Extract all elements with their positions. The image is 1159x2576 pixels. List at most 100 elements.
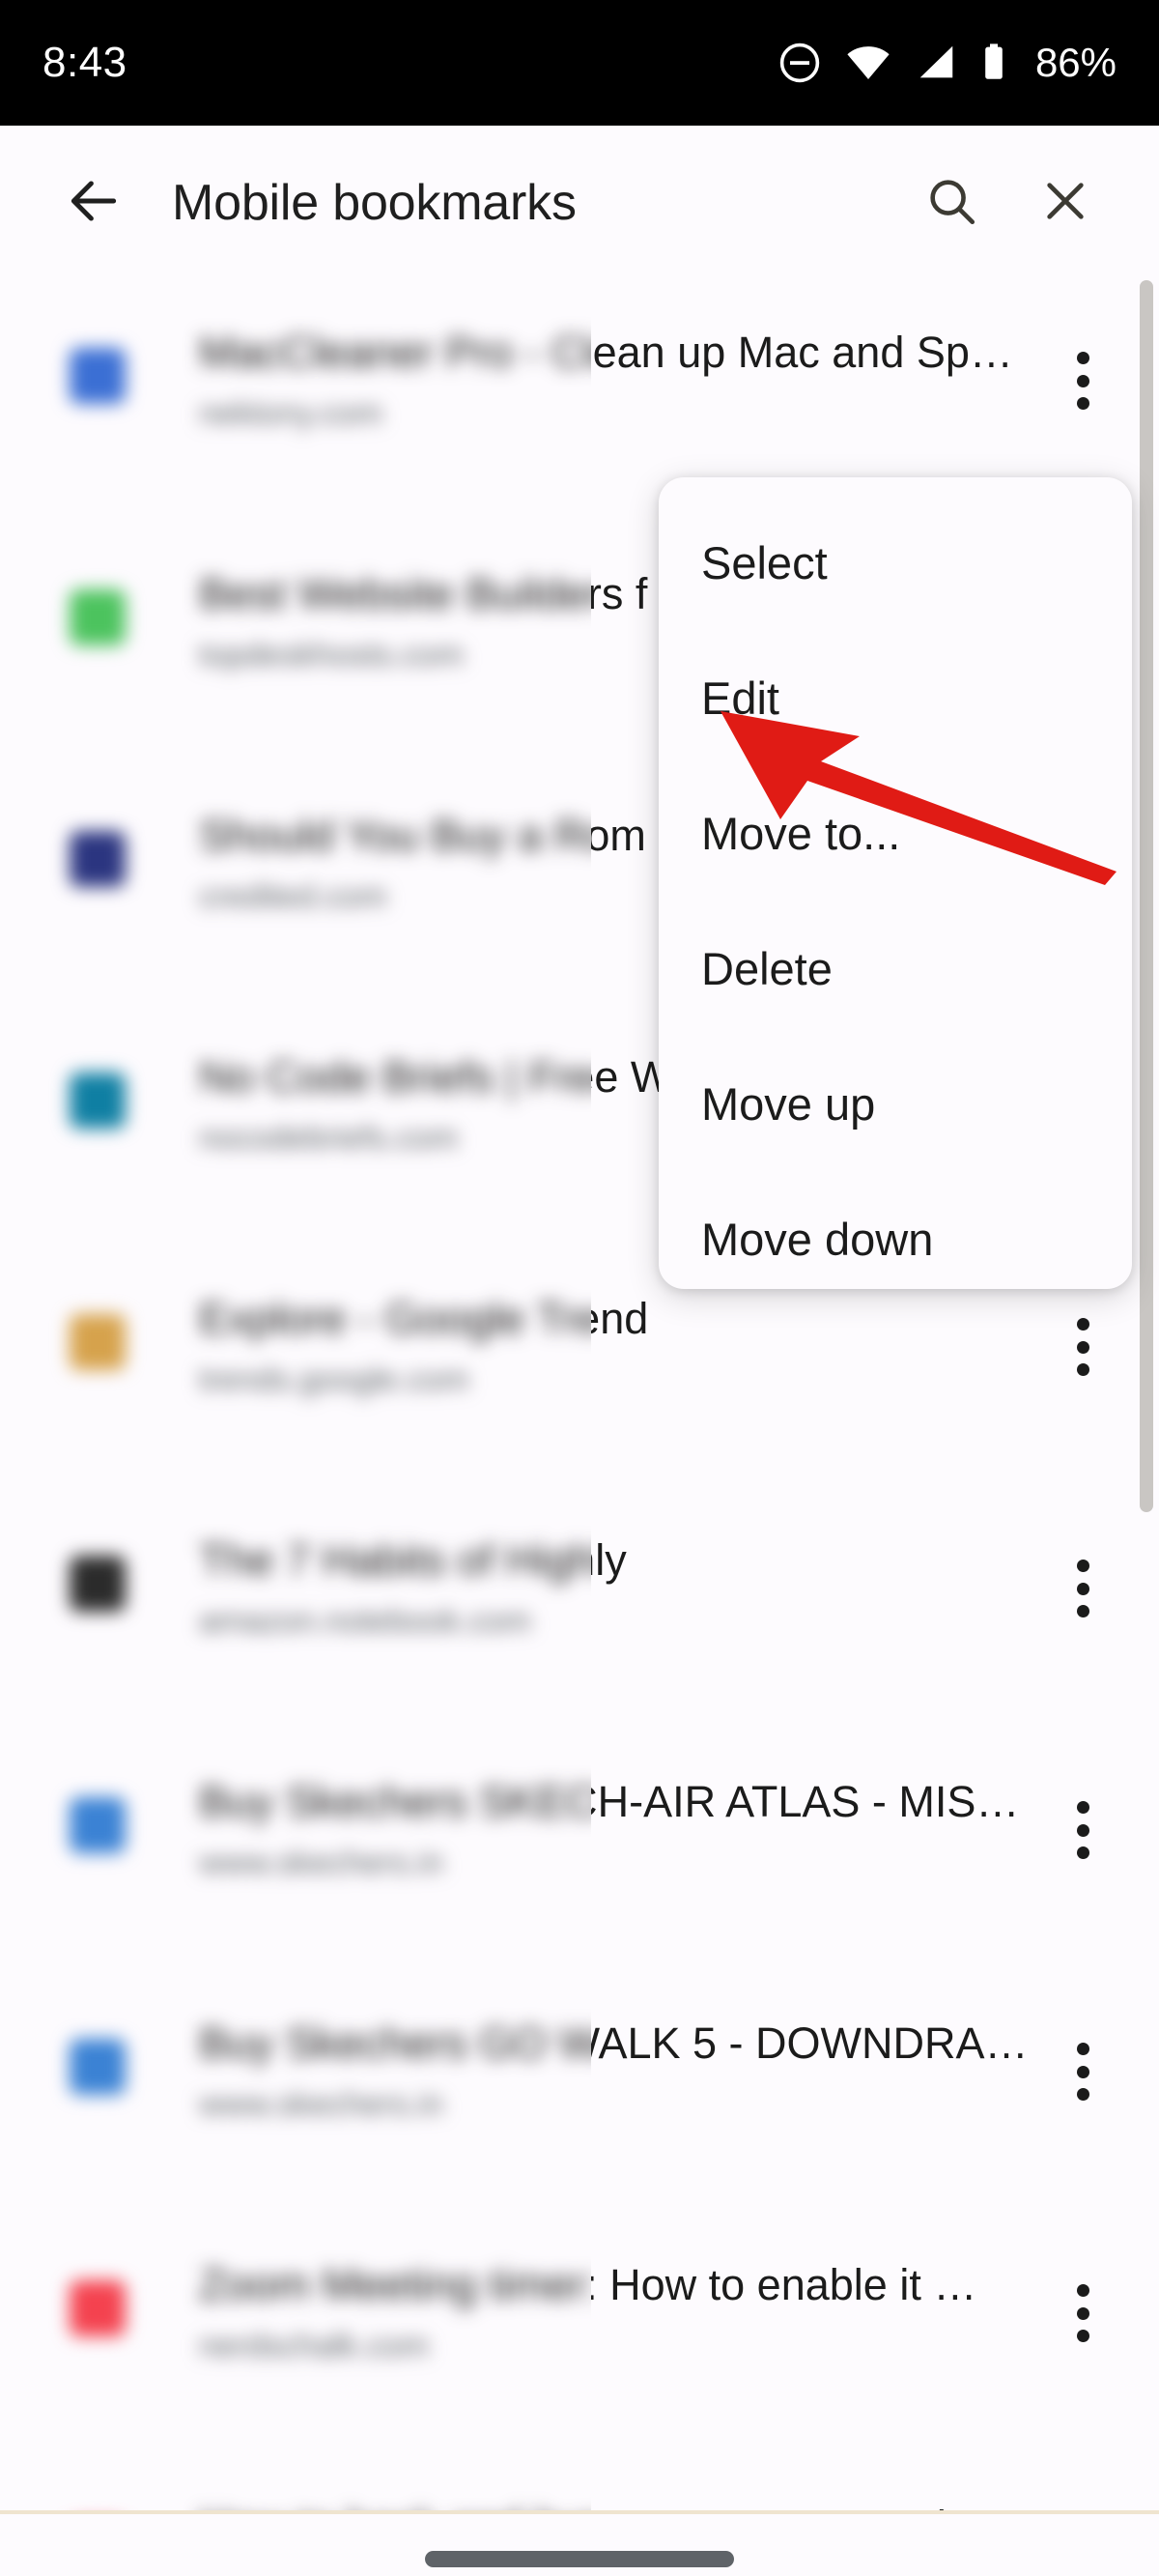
more-dot xyxy=(1076,2306,1089,2320)
more-dot xyxy=(1077,1583,1089,1595)
close-icon xyxy=(1038,174,1092,233)
bookmark-row-texts: The 7 Habits of Highly amazon.notebook.co… xyxy=(199,1534,1068,1641)
bookmark-url: trends.google.com xyxy=(591,1361,1068,1399)
menu-item-select[interactable]: Select xyxy=(659,495,1132,630)
more-dot xyxy=(1076,1846,1089,1859)
bookmark-title: Buy Skechers SKECH-AIR ATLAS - MIS… xyxy=(199,1777,1020,1826)
close-button[interactable] xyxy=(1032,169,1099,237)
bookmark-url: www.skechers.in xyxy=(591,2086,1068,2124)
bookmark-url: nektony.com xyxy=(591,395,1068,433)
battery-percent-label: 86% xyxy=(1034,40,1117,85)
more-dot xyxy=(1076,1363,1089,1376)
bookmark-row[interactable]: The 7 Habits of Highly amazon.notebook.co… xyxy=(0,1463,1159,1704)
more-vertical-icon[interactable] xyxy=(1060,1801,1105,1859)
wifi-icon xyxy=(844,40,892,86)
bookmark-row[interactable]: Buy Skechers GO WALK 5 - DOWNDRA… www.ske… xyxy=(0,1946,1159,2188)
menu-item-move-to[interactable]: Move to... xyxy=(659,765,1132,901)
more-dot xyxy=(1077,1824,1089,1837)
more-dot xyxy=(1077,352,1089,364)
favicon-icon xyxy=(70,589,126,645)
gesture-home-pill[interactable] xyxy=(425,2551,734,2567)
more-dot xyxy=(1077,2284,1089,2297)
more-dot xyxy=(1077,2088,1089,2101)
more-vertical-icon[interactable] xyxy=(1060,1318,1105,1376)
bookmark-row[interactable]: Buy Skechers GO WALK 5 - DOWNDRA… www.ske… xyxy=(70,1946,1159,2188)
more-dot xyxy=(1076,1318,1089,1331)
bookmark-row[interactable]: Zoom Meeting timer: How to enable it … ne… xyxy=(0,2188,1159,2429)
bookmark-row-texts: MacCleaner Pro - Clean up Mac and Sp… nek… xyxy=(199,327,1068,433)
bookmark-row-texts: Zoom Meeting timer: How to enable it … ne… xyxy=(199,2259,1068,2365)
more-vertical-icon[interactable] xyxy=(1060,2284,1105,2342)
more-dot xyxy=(1076,1582,1089,1595)
more-dot xyxy=(1076,374,1089,387)
vertical-scrollbar[interactable] xyxy=(1140,280,1153,1512)
bookmark-title: The 7 Habits of Highly xyxy=(199,1535,627,1585)
menu-item-move-up[interactable]: Move up xyxy=(659,1036,1132,1171)
favicon-icon xyxy=(70,1073,126,1129)
bookmark-row[interactable]: Zoom Meeting timer: How to enable it … ne… xyxy=(591,2188,1159,2429)
favicon-icon xyxy=(70,2039,126,2095)
bookmark-url: nektony.com xyxy=(199,394,383,432)
more-vertical-icon[interactable] xyxy=(1060,1560,1105,1617)
more-vertical-icon[interactable] xyxy=(1060,1560,1105,1617)
more-vertical-icon[interactable] xyxy=(1060,1801,1105,1859)
bookmark-row-texts: Buy Skechers SKECH-AIR ATLAS - MIS… www.s… xyxy=(591,1776,1068,1882)
more-dot xyxy=(1076,1605,1089,1617)
more-vertical-icon[interactable] xyxy=(1060,2043,1105,2101)
bookmark-title: Buy Skechers GO WALK 5 - DOWNDRA… xyxy=(199,2018,1029,2068)
bookmark-row-texts: Buy Skechers GO WALK 5 - DOWNDRA… www.ske… xyxy=(199,2018,1068,2124)
search-button[interactable] xyxy=(918,169,985,237)
more-dot xyxy=(1076,2043,1089,2055)
more-vertical-icon[interactable] xyxy=(1060,352,1105,410)
bookmark-overflow-menu[interactable]: Select Edit Move to... Delete Move up Mo… xyxy=(659,477,1132,1289)
more-vertical-icon[interactable] xyxy=(1060,2043,1105,2101)
bookmark-title: The 7 Habits of Highly xyxy=(199,1535,627,1585)
favicon-icon xyxy=(70,348,126,404)
status-clock: 8:43 xyxy=(42,39,127,86)
more-dot xyxy=(1077,1846,1089,1859)
bookmark-row[interactable]: MacCleaner Pro - Clean up Mac and Sp… nek… xyxy=(0,280,1159,497)
favicon-icon xyxy=(70,2039,126,2095)
menu-item-delete[interactable]: Delete xyxy=(659,901,1132,1036)
bookmark-url: nerdschalk.com xyxy=(199,2327,430,2364)
bookmark-row-texts: Explore - Google Trend trends.google.com xyxy=(199,1293,1068,1399)
menu-item-edit[interactable]: Edit xyxy=(659,630,1132,765)
menu-item-move-down[interactable]: Move down xyxy=(659,1171,1132,1306)
more-dot xyxy=(1076,2065,1089,2078)
bookmark-row-texts: Buy Skechers SKECH-AIR ATLAS - MIS… www.s… xyxy=(199,1776,1068,1882)
more-dot xyxy=(1077,397,1089,410)
more-dot xyxy=(1077,2066,1089,2078)
back-button[interactable] xyxy=(37,171,151,236)
more-dot xyxy=(1076,1823,1089,1837)
do-not-disturb-icon xyxy=(777,40,823,86)
bookmark-row[interactable]: Buy Skechers SKECH-AIR ATLAS - MIS… www.s… xyxy=(591,1704,1159,1946)
more-dot xyxy=(1077,2043,1089,2055)
favicon-icon xyxy=(70,1073,126,1129)
bookmark-row[interactable]: The 7 Habits of Highly amazon.notebook.co… xyxy=(70,1463,1159,1704)
favicon-icon xyxy=(70,1556,126,1612)
status-icons: 86% xyxy=(777,40,1117,86)
more-dot xyxy=(1077,1318,1089,1331)
bookmark-row-texts: Buy Skechers GO WALK 5 - DOWNDRA… www.ske… xyxy=(199,2018,1068,2124)
bookmark-url: www.skechers.in xyxy=(199,1844,444,1881)
more-dot xyxy=(1077,1605,1089,1617)
bookmark-row[interactable]: MacCleaner Pro - Clean up Mac and Sp… nek… xyxy=(70,280,1159,497)
bookmark-title: Zoom Meeting timer: How to enable it … xyxy=(199,2260,977,2309)
more-vertical-icon[interactable] xyxy=(1060,352,1105,410)
bookmark-title: Buy Skechers GO WALK 5 - DOWNDRA… xyxy=(199,2018,1029,2068)
more-dot xyxy=(1077,1363,1089,1376)
bookmark-url: trends.google.com xyxy=(199,1360,469,1398)
bookmark-row[interactable]: Buy Skechers SKECH-AIR ATLAS - MIS… www.s… xyxy=(0,1704,1159,1946)
favicon-icon xyxy=(70,1797,126,1853)
bookmark-url: amazon.notebook.com xyxy=(199,1602,531,1640)
more-vertical-icon[interactable] xyxy=(1060,2284,1105,2342)
page-title: Mobile bookmarks xyxy=(172,175,577,231)
more-dot xyxy=(1077,2330,1089,2342)
more-dot xyxy=(1076,2088,1089,2101)
more-vertical-icon[interactable] xyxy=(1060,1318,1105,1376)
more-dot xyxy=(1077,1801,1089,1814)
more-dot xyxy=(1076,352,1089,364)
favicon-icon xyxy=(70,2280,126,2336)
favicon-icon xyxy=(70,348,126,404)
bookmark-row-texts: Explore - Google Trend trends.google.com xyxy=(591,1293,1068,1399)
